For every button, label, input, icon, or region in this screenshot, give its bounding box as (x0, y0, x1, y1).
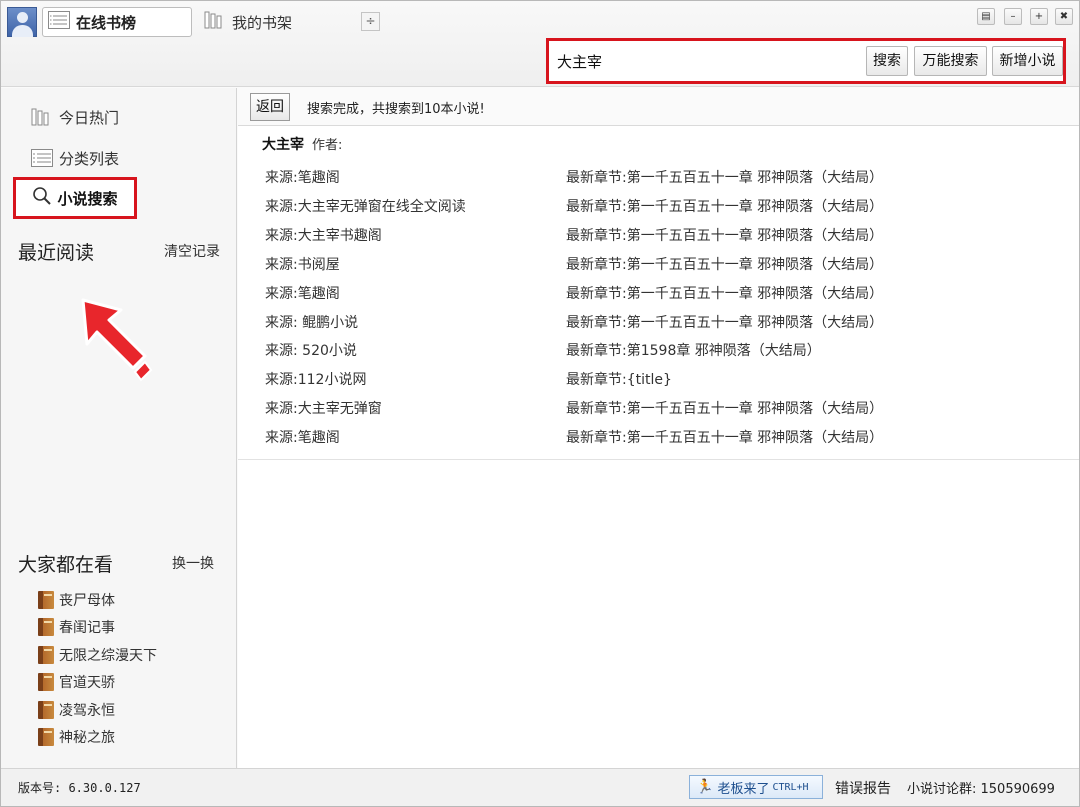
boss-key-button[interactable]: 🏃 老板来了 CTRL+H (689, 775, 823, 799)
error-report-link[interactable]: 错误报告 (835, 778, 891, 798)
book-icon (38, 701, 54, 719)
search-status-text: 搜索完成，共搜索到10本小说! (307, 102, 485, 117)
result-row[interactable]: 来源:大主宰书趣阁 最新章节:第一千五百五十一章 邪神陨落（大结局） (238, 220, 1079, 249)
bookshelf-icon (31, 108, 53, 126)
result-row[interactable]: 来源:大主宰无弹窗在线全文阅读 最新章节:第一千五百五十一章 邪神陨落（大结局） (238, 191, 1079, 220)
version-label: 版本号: 6.30.0.127 (18, 781, 141, 795)
book-item[interactable]: 丧尸母体 (38, 589, 115, 611)
clear-record-link[interactable]: 清空记录 (164, 241, 220, 261)
sidebar-item-label: 小说搜索 (57, 189, 118, 208)
result-row[interactable]: 来源:笔趣阁 最新章节:第一千五百五十一章 邪神陨落（大结局） (238, 422, 1079, 451)
book-icon (38, 673, 54, 691)
minimize-button[interactable]: – (1004, 8, 1022, 25)
book-item[interactable]: 神秘之旅 (38, 726, 115, 748)
everyone-watching-title: 大家都在看 (18, 554, 114, 576)
list-icon (48, 11, 70, 33)
result-row[interactable]: 来源:书阅屋 最新章节:第一千五百五十一章 邪神陨落（大结局） (238, 249, 1079, 278)
top-bar: 在线书榜 我的书架 ÷ ▤ – + ✖ 搜索 万能搜索 新增小说 (1, 1, 1079, 87)
book-item[interactable]: 春闺记事 (38, 616, 115, 638)
discussion-group-text: 小说讨论群: 150590699 (907, 782, 1055, 797)
app-window: 在线书榜 我的书架 ÷ ▤ – + ✖ 搜索 万能搜索 新增小说 今日热门 (0, 0, 1080, 807)
sidebar-item-category-list[interactable]: 分类列表 (31, 145, 119, 171)
sidebar: 今日热门 分类列表 小说搜索 最近阅读 清空记录 大家都在看 换一换 丧尸母体 … (1, 88, 237, 768)
result-author-label: 作者: (312, 138, 343, 153)
tab-my-shelf-label: 我的书架 (232, 13, 293, 32)
result-toolbar: 返回 搜索完成，共搜索到10本小说! (238, 88, 1079, 126)
result-book-header: 大主宰 作者: (262, 134, 342, 154)
skin-button[interactable]: ▤ (977, 8, 995, 25)
list-icon (31, 149, 53, 167)
close-button[interactable]: ✖ (1055, 8, 1073, 25)
boss-key-label: 老板来了 (717, 781, 770, 797)
boss-key-shortcut: CTRL+H (772, 781, 809, 793)
search-icon (32, 186, 52, 210)
maximize-button[interactable]: + (1030, 8, 1048, 25)
result-row[interactable]: 来源:笔趣阁 最新章节:第一千五百五十一章 邪神陨落（大结局） (238, 278, 1079, 307)
book-icon (38, 591, 54, 609)
search-input[interactable] (555, 46, 861, 76)
running-man-icon: 🏃 (696, 779, 714, 795)
add-tab-button[interactable]: ÷ (361, 12, 380, 31)
tab-online-rank[interactable]: 在线书榜 (42, 7, 192, 37)
recent-reading-title: 最近阅读 (18, 242, 95, 264)
book-icon (38, 618, 54, 636)
book-item[interactable]: 官道天骄 (38, 671, 115, 693)
sidebar-item-label: 今日热门 (59, 108, 120, 127)
bookshelf-icon (204, 11, 226, 33)
result-book-name: 大主宰 (262, 137, 304, 153)
tab-online-rank-label: 在线书榜 (76, 13, 137, 32)
book-item[interactable]: 凌驾永恒 (38, 699, 115, 721)
search-button[interactable]: 搜索 (866, 46, 908, 76)
status-bar: 版本号: 6.30.0.127 🏃 老板来了 CTRL+H 错误报告 小说讨论群… (1, 768, 1079, 806)
refresh-link[interactable]: 换一换 (172, 553, 214, 573)
search-result-list: 大主宰 作者: 来源:笔趣阁 最新章节:第一千五百五十一章 邪神陨落（大结局） 来源… (238, 127, 1079, 460)
tab-my-shelf[interactable]: 我的书架 (199, 7, 359, 37)
result-row[interactable]: 来源: 520小说 最新章节:第1598章 邪神陨落（大结局） (238, 335, 1079, 364)
user-avatar-icon[interactable] (7, 7, 37, 37)
result-row[interactable]: 来源:112小说网 最新章节:{title} (238, 364, 1079, 393)
back-button[interactable]: 返回 (250, 93, 290, 121)
red-arrow-annotation-icon (81, 298, 153, 382)
sidebar-item-novel-search[interactable]: 小说搜索 (13, 177, 137, 219)
result-row[interactable]: 来源: 鲲鹏小说 最新章节:第一千五百五十一章 邪神陨落（大结局） (238, 307, 1079, 336)
sidebar-item-today-hot[interactable]: 今日热门 (31, 104, 119, 130)
result-row[interactable]: 来源:笔趣阁 最新章节:第一千五百五十一章 邪神陨落（大结局） (238, 162, 1079, 191)
main-panel: 返回 搜索完成，共搜索到10本小说! 大主宰 作者: 来源:笔趣阁 最新章节:第一千… (238, 88, 1079, 768)
sidebar-item-label: 分类列表 (59, 149, 120, 168)
universal-search-button[interactable]: 万能搜索 (914, 46, 987, 76)
add-novel-button[interactable]: 新增小说 (992, 46, 1063, 76)
search-area: 搜索 万能搜索 新增小说 (546, 38, 1066, 84)
book-icon (38, 646, 54, 664)
book-item[interactable]: 无限之综漫天下 (38, 644, 157, 666)
result-row[interactable]: 来源:大主宰无弹窗 最新章节:第一千五百五十一章 邪神陨落（大结局） (238, 393, 1079, 422)
book-icon (38, 728, 54, 746)
